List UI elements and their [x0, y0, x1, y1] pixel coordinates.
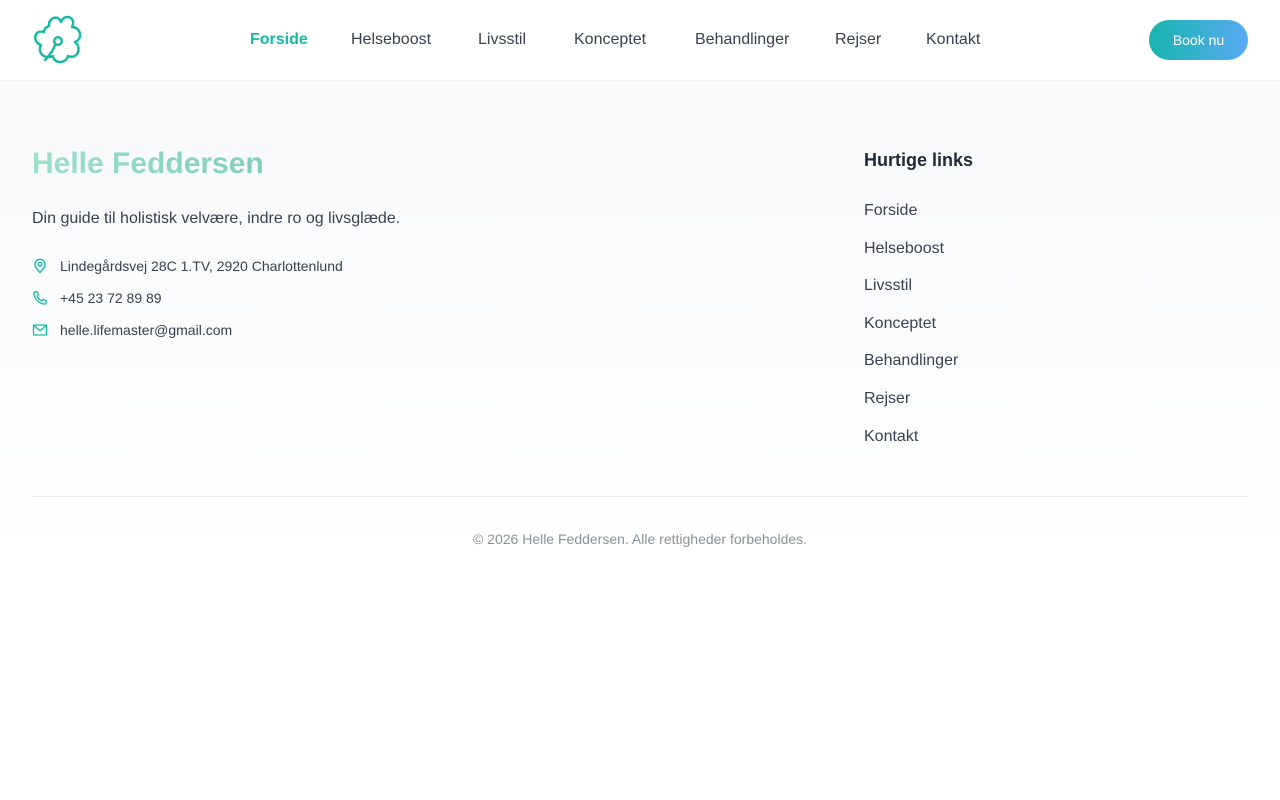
- quick-links-heading: Hurtige links: [864, 150, 974, 170]
- main-nav: Forside Helseboost Livsstil Konceptet Be…: [0, 0, 1280, 80]
- copyright-text: © 2026 Helle Feddersen. Alle rettigheder…: [472, 531, 808, 547]
- flower-icon: [34, 15, 82, 64]
- phone-icon: [33, 291, 47, 305]
- nav-item-livsstil[interactable]: Livsstil: [478, 30, 526, 50]
- footer-brand-title: Helle Feddersen: [32, 145, 264, 183]
- footer-link-livsstil[interactable]: Livsstil: [864, 276, 912, 296]
- nav-item-helseboost[interactable]: Helseboost: [351, 30, 431, 50]
- contact-email-link[interactable]: helle.lifemaster@gmail.com: [60, 321, 232, 339]
- footer-link-kontakt[interactable]: Kontakt: [864, 427, 918, 447]
- nav-item-rejser[interactable]: Rejser: [835, 30, 881, 50]
- footer-tagline: Din guide til holistisk velvære, indre r…: [32, 210, 401, 227]
- contact-address: Lindegårdsvej 28C 1.TV, 2920 Charlottenl…: [32, 257, 343, 275]
- nav-item-konceptet[interactable]: Konceptet: [574, 30, 646, 50]
- nav-item-behandlinger[interactable]: Behandlinger: [695, 30, 789, 50]
- footer-link-behandlinger[interactable]: Behandlinger: [864, 351, 958, 371]
- contact-phone-link[interactable]: +45 23 72 89 89: [60, 289, 162, 307]
- map-pin-icon: [34, 258, 46, 274]
- footer-divider: [32, 496, 1248, 497]
- nav-item-forside[interactable]: Forside: [250, 30, 308, 50]
- book-now-button[interactable]: Book nu: [1149, 20, 1248, 60]
- contact-address-text: Lindegårdsvej 28C 1.TV, 2920 Charlottenl…: [60, 258, 343, 274]
- contact-email: helle.lifemaster@gmail.com: [32, 321, 232, 339]
- footer-link-helseboost[interactable]: Helseboost: [864, 239, 944, 259]
- footer-link-rejser[interactable]: Rejser: [864, 389, 910, 409]
- site-header: Forside Helseboost Livsstil Konceptet Be…: [0, 0, 1280, 81]
- contact-phone: +45 23 72 89 89: [32, 289, 162, 307]
- logo-link[interactable]: [30, 14, 86, 66]
- site-footer: Helle Feddersen Din guide til holistisk …: [0, 81, 1280, 571]
- footer-link-konceptet[interactable]: Konceptet: [864, 314, 936, 334]
- nav-item-kontakt[interactable]: Kontakt: [926, 30, 980, 50]
- footer-link-forside[interactable]: Forside: [864, 201, 917, 221]
- mail-icon: [32, 324, 48, 336]
